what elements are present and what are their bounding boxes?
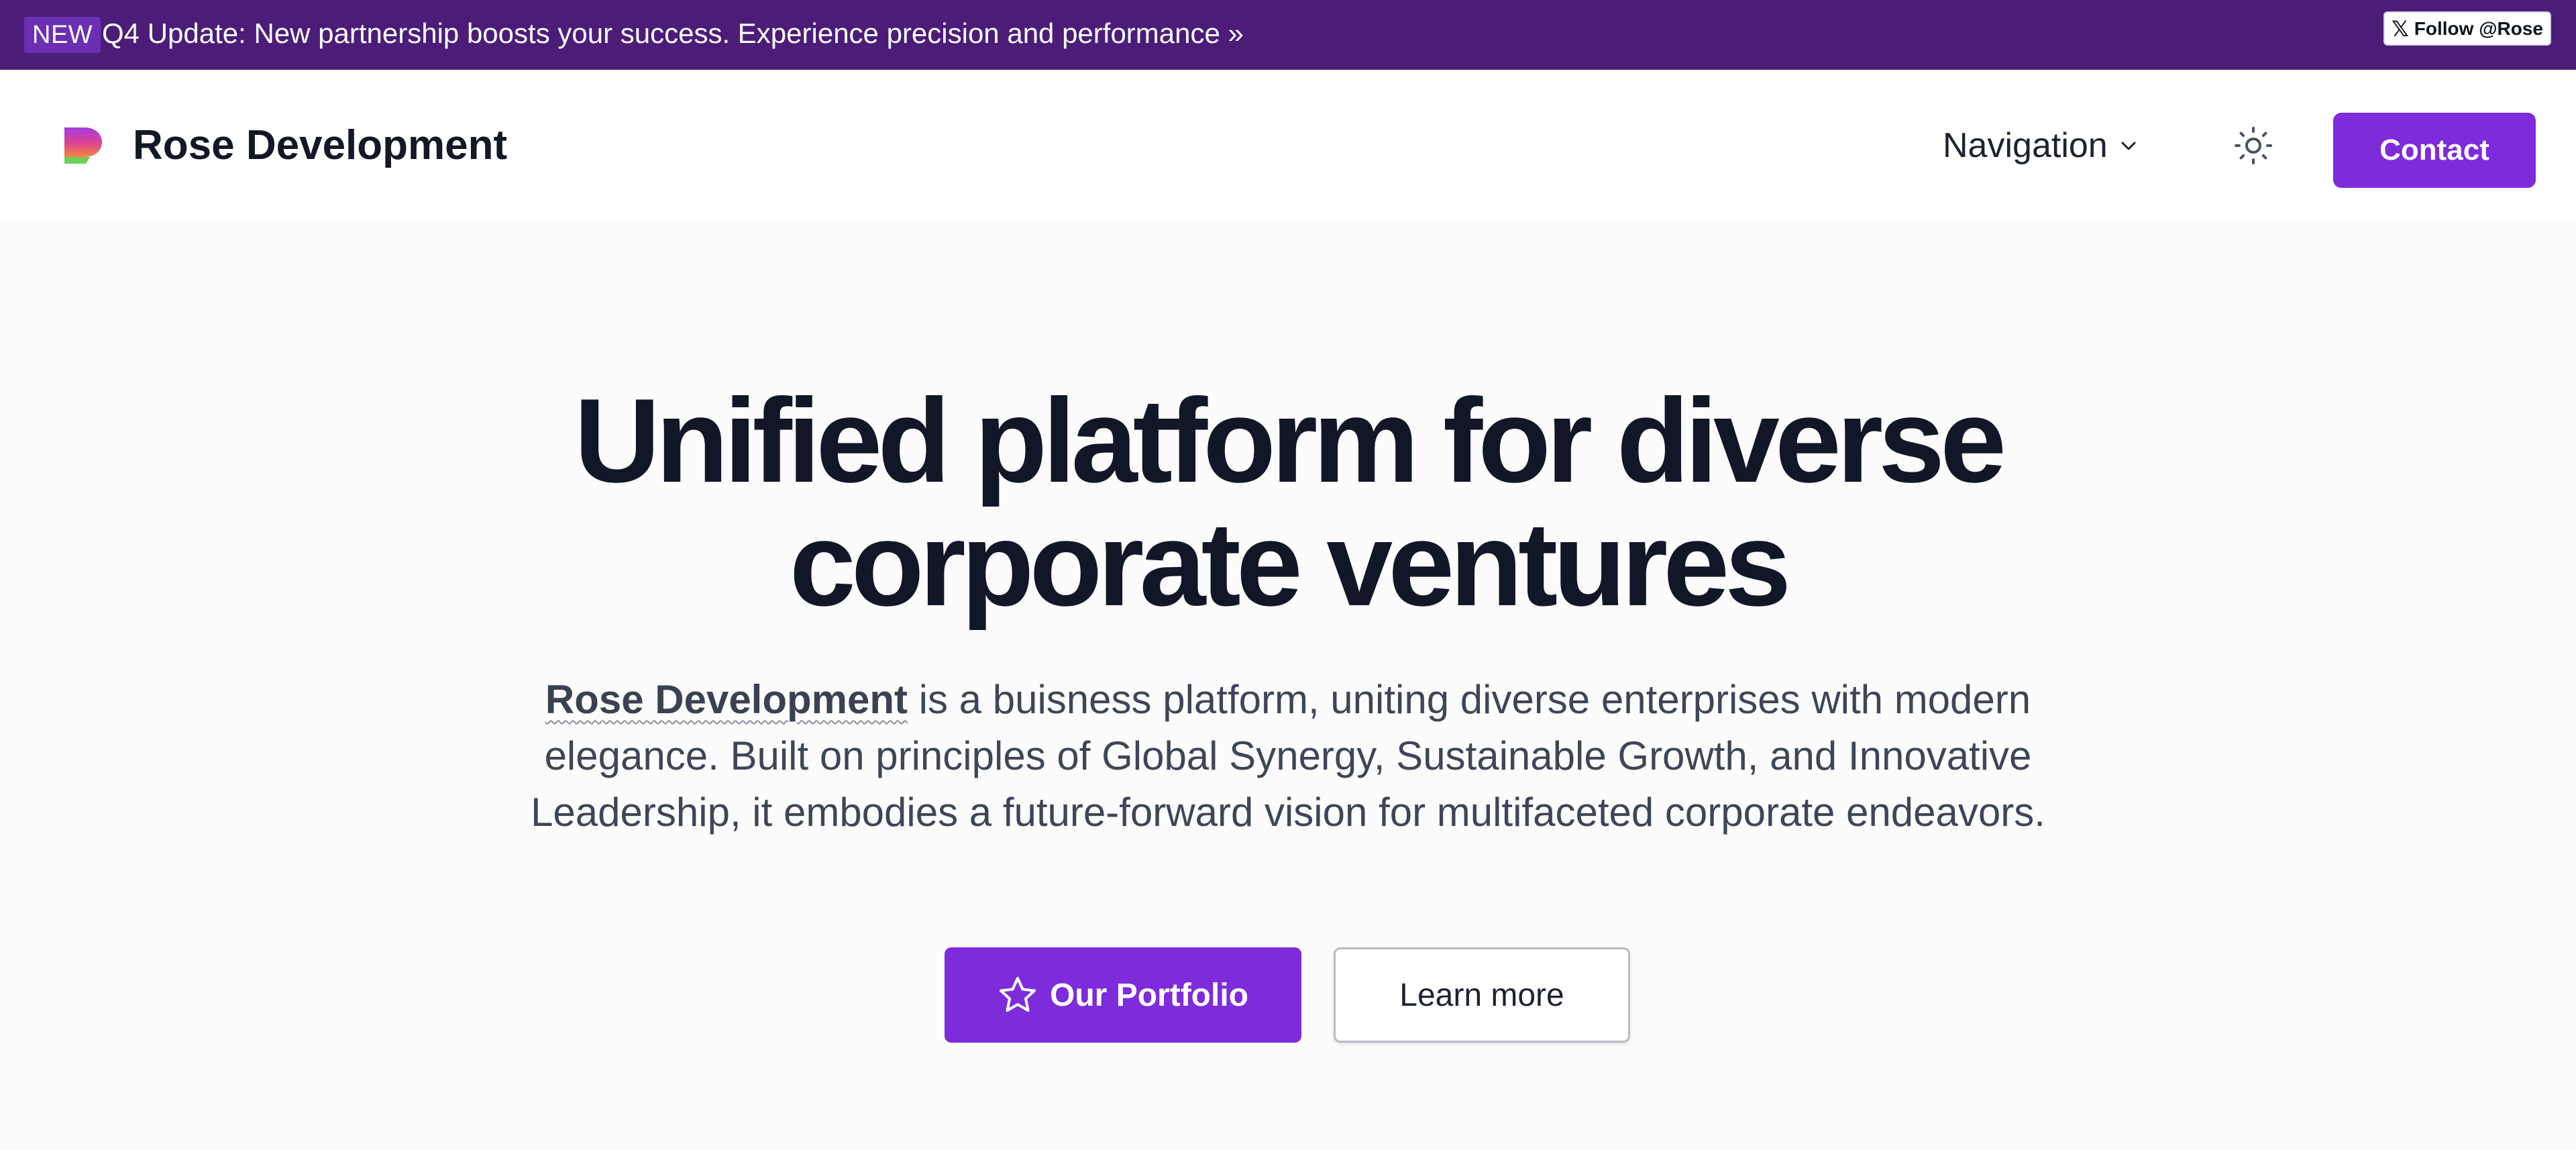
learn-more-button[interactable]: Learn more: [1334, 947, 1630, 1043]
brand-mention-link[interactable]: Rose Development: [545, 677, 908, 722]
our-portfolio-button[interactable]: Our Portfolio: [945, 947, 1301, 1043]
new-badge: NEW: [24, 17, 101, 53]
announcement-bar: NEW Q4 Update: New partnership boosts yo…: [0, 0, 2576, 70]
announcement-link[interactable]: Q4 Update: New partnership boosts your s…: [102, 13, 1244, 54]
chevron-down-icon: [2121, 142, 2136, 150]
brand-name[interactable]: Rose Development: [133, 120, 507, 171]
follow-label: Follow @Rose: [2414, 17, 2543, 39]
navigation-dropdown[interactable]: Navigation: [1943, 122, 2139, 169]
brand-logo-icon[interactable]: [63, 126, 103, 165]
site-header: Rose Development Navigation Contact: [0, 70, 2576, 221]
follow-button[interactable]: 𝕏 Follow @Rose: [2383, 11, 2551, 46]
sun-icon[interactable]: [2234, 126, 2273, 165]
hero-title: Unified platform for diverse corporate v…: [0, 379, 2576, 626]
our-portfolio-label: Our Portfolio: [1050, 977, 1248, 1013]
hero-title-line-2: corporate ventures: [789, 497, 1791, 631]
star-icon: [1000, 977, 1036, 1012]
contact-button[interactable]: Contact: [2333, 113, 2536, 188]
x-logo-icon: 𝕏: [2392, 16, 2409, 41]
navigation-label: Navigation: [1943, 126, 2108, 165]
hero-description: Rose Development is a buisness platform,…: [510, 672, 2066, 841]
hero-title-line-1: Unified platform for diverse: [574, 374, 2006, 507]
